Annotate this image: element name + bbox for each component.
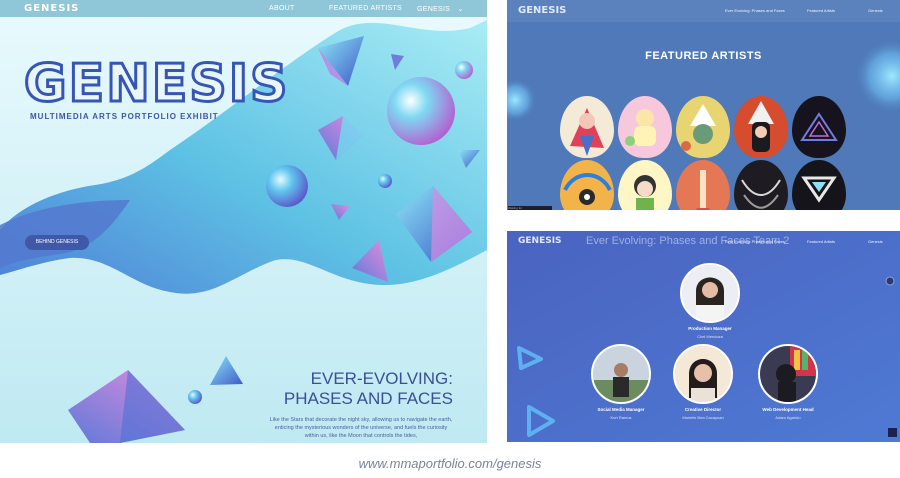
browser-status-bar: Waiting for maps.mmaportfolio.com... bbox=[508, 206, 552, 210]
member-name: Chel Mendoza bbox=[697, 334, 723, 339]
nav-dropdown-genesis[interactable]: GENESIS ⌄ bbox=[417, 5, 464, 13]
member-photo bbox=[591, 344, 651, 404]
member-photo bbox=[758, 344, 818, 404]
team-brand-logo[interactable]: GENESIS bbox=[518, 236, 562, 246]
artwork-thumbnail[interactable] bbox=[792, 96, 846, 158]
member-name: Kurt Ramos bbox=[610, 415, 632, 420]
nav-link-genesis[interactable]: Genesis bbox=[868, 8, 883, 13]
nav-link-featured-artists[interactable]: Featured Artists bbox=[807, 8, 835, 13]
nav-dropdown-label: GENESIS bbox=[417, 6, 451, 13]
nav-link-featured-artists[interactable]: Featured Artists bbox=[807, 239, 835, 244]
nav-link-featured-artists[interactable]: FEATURED ARTISTS bbox=[329, 5, 402, 12]
top-navbar: GENESIS ABOUT FEATURED ARTISTS GENESIS ⌄ bbox=[0, 0, 487, 17]
team-member-card[interactable]: Production Manager Chel Mendoza bbox=[665, 263, 755, 339]
nav-link-about[interactable]: ABOUT bbox=[269, 5, 295, 12]
featured-artists-title: FEATURED ARTISTS bbox=[645, 50, 762, 62]
behind-genesis-button[interactable]: BEHIND GENESIS bbox=[25, 235, 89, 250]
nav-link-ever-evolving[interactable]: Ever Evolving: Phases and Faces bbox=[725, 8, 785, 13]
member-role: Production Manager bbox=[688, 326, 732, 331]
hero-title-line1: EVER-EVOLVING: bbox=[310, 369, 453, 388]
artists-navbar: GENESIS Ever Evolving: Phases and Faces … bbox=[507, 0, 900, 22]
member-role: Web Development Head bbox=[762, 407, 814, 412]
team-screenshot: GENESIS Ever Evolving: Phases and Faces … bbox=[507, 231, 900, 442]
site-url-caption: www.mmaportfolio.com/genesis bbox=[358, 456, 542, 471]
featured-artists-screenshot: GENESIS Ever Evolving: Phases and Faces … bbox=[507, 0, 900, 210]
nav-link-genesis[interactable]: Genesis bbox=[868, 239, 883, 244]
artwork-thumbnail[interactable] bbox=[734, 96, 788, 158]
hero-title-line2: PHASES AND FACES bbox=[283, 389, 453, 409]
team-member-card[interactable]: Social Media Manager Kurt Ramos bbox=[576, 344, 666, 420]
artists-brand-logo[interactable]: GENESIS bbox=[518, 5, 566, 16]
hero-body-text: Like the Stars that decorate the night s… bbox=[269, 417, 453, 439]
exhibit-subtitle: MULTIMEDIA ARTS PORTFOLIO EXHIBIT bbox=[30, 112, 219, 121]
member-photo bbox=[673, 344, 733, 404]
team-member-card[interactable]: Creative Director Marielle Bea Cacayuan bbox=[658, 344, 748, 420]
hero-title: EVER-EVOLVING: PHASES AND FACES bbox=[193, 369, 453, 410]
member-photo bbox=[680, 263, 740, 323]
member-name: Adam Agarido bbox=[775, 415, 801, 420]
member-name: Marielle Bea Cacayuan bbox=[682, 415, 724, 420]
home-screenshot: GENESIS ABOUT FEATURED ARTISTS GENESIS ⌄… bbox=[0, 0, 487, 443]
artwork-thumbnail[interactable] bbox=[676, 96, 730, 158]
brand-logo[interactable]: GENESIS bbox=[24, 3, 79, 14]
team-member-card[interactable]: Web Development Head Adam Agarido bbox=[743, 344, 833, 420]
member-role: Social Media Manager bbox=[597, 407, 645, 412]
artwork-thumbnail[interactable] bbox=[618, 96, 672, 158]
member-role: Creative Director bbox=[684, 407, 722, 412]
nav-link-ever-evolving[interactable]: Ever Evolving: Phases and Faces bbox=[725, 239, 785, 244]
artwork-thumbnail[interactable] bbox=[560, 96, 614, 158]
chevron-down-icon: ⌄ bbox=[457, 6, 464, 13]
genesis-logo: GENESIS bbox=[23, 54, 290, 114]
